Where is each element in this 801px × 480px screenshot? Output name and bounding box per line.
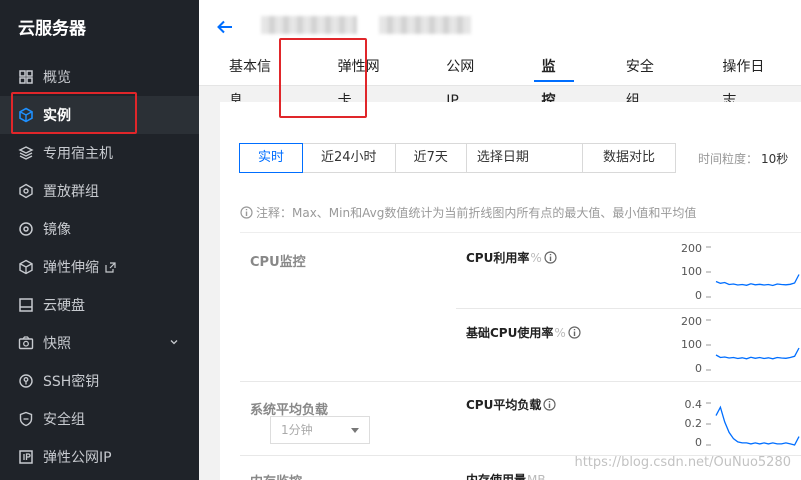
sidebar: 云服务器 概览 实例 专用宿主机 置放群组 镜像 弹性伸缩 云硬盘 快照 SSH… (0, 0, 199, 480)
caret-down-icon (351, 428, 359, 433)
chart-cpu-load[interactable] (706, 399, 801, 449)
disk-icon (18, 297, 34, 313)
shield-icon (18, 411, 34, 427)
y-tick: 200 (681, 242, 702, 255)
sidebar-item-label: 专用宿主机 (43, 146, 113, 162)
sidebar-title: 云服务器 (18, 19, 86, 39)
key-icon (18, 373, 34, 389)
y-tick: 100 (681, 338, 702, 351)
range-realtime[interactable]: 实时 (239, 143, 304, 173)
info-icon[interactable] (568, 326, 581, 339)
highlight-box-instances (11, 92, 137, 134)
stats-note-text: 注释：Max、Min和Avg数值统计为当前折线图内所有点的最大值、最小值和平均值 (256, 206, 697, 220)
metric-cpu-usage-label: CPU利用率 (466, 251, 530, 265)
chart-cpu-usage[interactable] (706, 243, 801, 301)
y-tick: 0 (695, 436, 702, 449)
series-line (715, 274, 800, 287)
granularity-label: 时间粒度： (698, 152, 759, 166)
grid-icon (18, 69, 34, 85)
box-scale-icon (18, 259, 34, 275)
sidebar-item-placement-group[interactable]: 置放群组 (0, 172, 199, 210)
tab-operation-log[interactable]: 操作日志 (692, 50, 801, 109)
sidebar-item-label: 概览 (43, 70, 71, 86)
metric-base-cpu-label: 基础CPU使用率 (466, 326, 554, 340)
group-title-memory: 内存监控 (250, 471, 302, 480)
y-tick: 100 (681, 265, 702, 278)
chart-base-cpu[interactable] (706, 316, 801, 374)
chevron-down-icon[interactable] (169, 337, 179, 347)
external-link-icon (105, 261, 116, 273)
date-picker-placeholder: 选择日期 (476, 150, 529, 165)
hex-group-icon (18, 183, 34, 199)
stats-note: 注释：Max、Min和Avg数值统计为当前折线图内所有点的最大值、最小值和平均值 (240, 204, 696, 221)
sidebar-item-cloud-disk[interactable]: 云硬盘 (0, 286, 199, 324)
time-range-selector: 实时 近24小时 近7天 选择日期 (239, 143, 638, 173)
metrics-area: CPU监控 CPU利用率% 200 100 0 基础CPU使用率% 200 10… (240, 232, 801, 480)
divider (456, 308, 801, 309)
sidebar-item-label: 安全组 (43, 412, 85, 428)
metric-cpu-load-label: CPU平均负载 (466, 398, 542, 412)
ip-icon (18, 449, 34, 465)
sidebar-item-label: 弹性公网IP (43, 450, 112, 466)
watermark: https://blog.csdn.net/OuNuo5280 (574, 455, 791, 470)
sidebar-item-label: 置放群组 (43, 184, 99, 200)
y-tick: 0.2 (684, 417, 703, 430)
load-interval-select[interactable]: 1分钟 (270, 416, 370, 444)
group-title-cpu: CPU监控 (250, 255, 306, 270)
series-line (715, 405, 800, 446)
data-compare-button[interactable]: 数据对比 (582, 143, 677, 173)
series-line (715, 347, 800, 360)
metric-unit: % (530, 250, 542, 265)
back-arrow-icon[interactable] (216, 18, 234, 36)
y-tick: 200 (681, 315, 702, 328)
range-24h[interactable]: 近24小时 (302, 143, 396, 173)
load-interval-value: 1分钟 (281, 423, 313, 437)
disc-icon (18, 221, 34, 237)
divider (240, 381, 801, 382)
metric-mem-usage-label: 内存使用量 (466, 473, 527, 480)
highlight-box-monitoring-tab (279, 38, 367, 118)
info-icon (240, 206, 253, 219)
metric-cpu-load: CPU平均负载 (466, 396, 556, 413)
info-icon[interactable] (544, 251, 557, 264)
sidebar-item-security-group[interactable]: 安全组 (0, 400, 199, 438)
sidebar-item-overview[interactable]: 概览 (0, 58, 199, 96)
camera-icon (18, 335, 34, 351)
sidebar-item-image[interactable]: 镜像 (0, 210, 199, 248)
monitoring-panel: 实时 近24小时 近7天 选择日期 数据对比 时间粒度： 10秒 注释：Max、… (220, 102, 801, 480)
sidebar-item-label: 云硬盘 (43, 298, 85, 314)
metric-base-cpu: 基础CPU使用率% (466, 324, 581, 341)
tab-security-group[interactable]: 安全组 (596, 50, 692, 109)
redacted-instance-name (261, 16, 357, 34)
y-tick: 0 (695, 289, 702, 302)
y-tick: 0.4 (684, 398, 703, 411)
y-tick: 0 (695, 362, 702, 375)
sidebar-item-label: 镜像 (43, 222, 71, 238)
tab-public-ip[interactable]: 公网IP (416, 50, 511, 109)
redacted-instance-id (379, 16, 471, 34)
sidebar-item-ssh-key[interactable]: SSH密钥 (0, 362, 199, 400)
sidebar-item-snapshot[interactable]: 快照 (0, 324, 199, 362)
range-7d[interactable]: 近7天 (394, 143, 467, 173)
tab-monitoring[interactable]: 监控 (512, 50, 596, 109)
sidebar-item-label: SSH密钥 (43, 374, 100, 390)
sidebar-item-label: 快照 (43, 336, 71, 352)
metric-unit: MB (527, 472, 546, 480)
sidebar-item-elastic-ip[interactable]: 弹性公网IP (0, 438, 199, 476)
sidebar-item-label: 弹性伸缩 (43, 260, 99, 276)
sidebar-item-auto-scaling[interactable]: 弹性伸缩 (0, 248, 199, 286)
granularity-value[interactable]: 10秒 (761, 150, 788, 167)
metric-mem-usage: 内存使用量 MB (466, 471, 546, 480)
layers-icon (18, 145, 34, 161)
sidebar-item-dedicated-host[interactable]: 专用宿主机 (0, 134, 199, 172)
info-icon[interactable] (543, 398, 556, 411)
metric-cpu-usage: CPU利用率% (466, 249, 557, 266)
metric-unit: % (554, 325, 566, 340)
